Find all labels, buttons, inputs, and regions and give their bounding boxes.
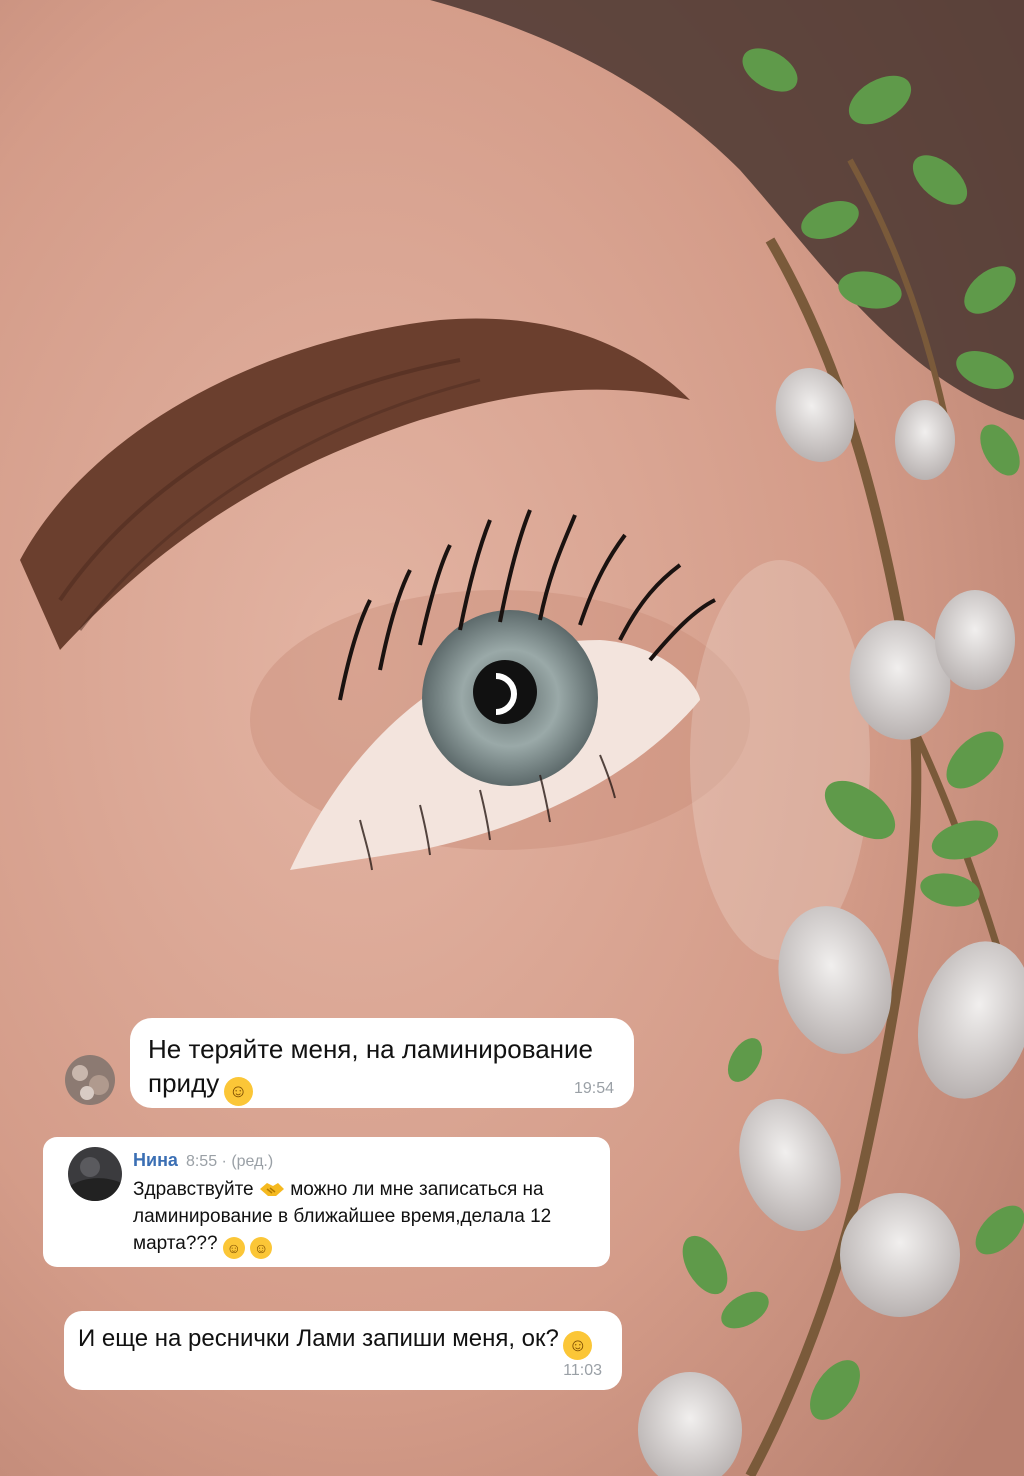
comment-text: Здравствуйте можно ли мне записаться на … (133, 1176, 598, 1259)
message-text: Не теряйте меня, на ламинирование приду (148, 1034, 594, 1098)
message-bubble[interactable]: И еще на реснички Лами запиши меня, ок? … (64, 1311, 622, 1390)
message-text: И еще на реснички Лами запиши меня, ок? (78, 1325, 559, 1352)
message-time: 19:54 (573, 1080, 614, 1097)
comment-text-part1: Здравствуйте (133, 1179, 254, 1200)
comment-header: Нина 8:55 · (ред.) (133, 1150, 273, 1171)
message-bubble[interactable]: Не теряйте меня, на ламинирование приду … (130, 1018, 634, 1108)
comment-meta: 8:55 · (ред.) (185, 1153, 274, 1170)
smile-emoji-icon: ☺ (223, 1077, 253, 1106)
nina-avatar[interactable] (68, 1147, 122, 1201)
wink-emoji-icon: ☺ (250, 1237, 273, 1259)
author-name[interactable]: Нина (133, 1150, 178, 1170)
grin-emoji-icon: ☺ (222, 1237, 245, 1259)
message-time: 11:03 (563, 1362, 602, 1379)
handshake-emoji-icon (259, 1183, 284, 1196)
sender-avatar[interactable] (65, 1055, 115, 1105)
wink-emoji-icon: ☺ (563, 1331, 593, 1360)
